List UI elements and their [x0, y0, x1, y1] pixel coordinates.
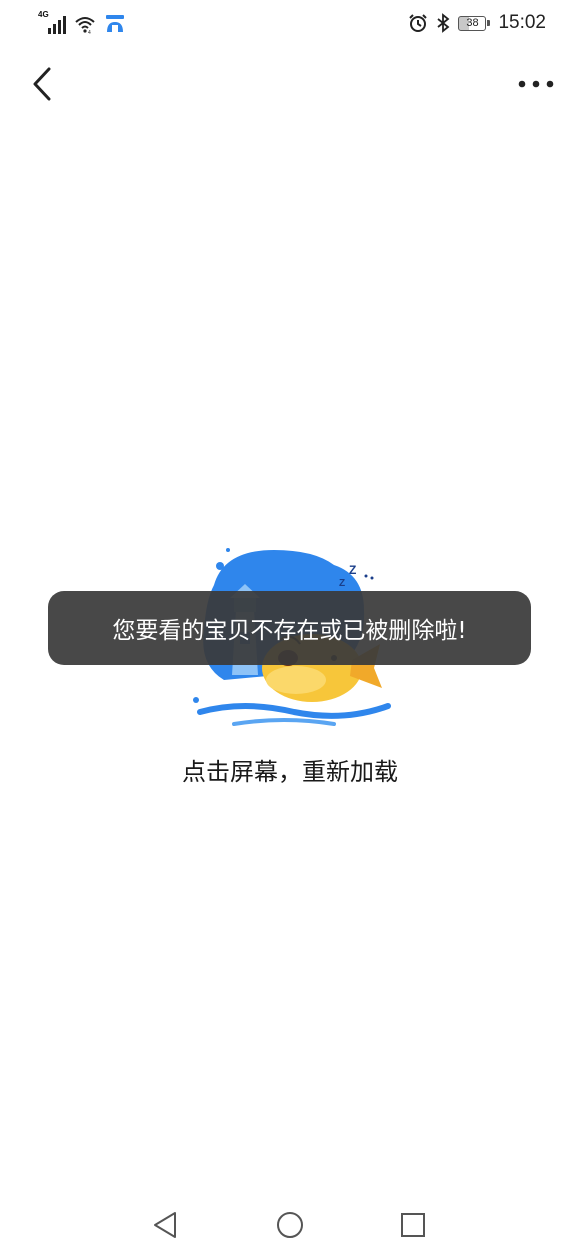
nav-recents-button[interactable] [396, 1208, 430, 1242]
chevron-left-icon [33, 67, 51, 101]
toast-message: 您要看的宝贝不存在或已被删除啦! [112, 618, 467, 644]
battery-icon: 38 [458, 15, 491, 31]
cellular-signal-icon: 4G [38, 10, 66, 34]
more-horizontal-icon [518, 80, 554, 88]
status-right: 38 15:02 [408, 12, 546, 34]
svg-text:4: 4 [88, 30, 91, 34]
app-notification-icon [106, 15, 124, 32]
reload-hint[interactable]: 点击屏幕，重新加载 [0, 752, 580, 787]
nav-back-button[interactable] [148, 1208, 182, 1242]
square-recents-icon [401, 1213, 425, 1237]
more-button[interactable] [514, 66, 558, 102]
battery-level: 38 [466, 17, 479, 29]
alarm-clock-icon [409, 14, 428, 32]
triangle-back-icon [154, 1212, 176, 1238]
status-left: 4G 4 [38, 10, 126, 34]
status-time: 15:02 [498, 12, 546, 33]
nav-home-button[interactable] [273, 1208, 307, 1242]
svg-text:Z: Z [339, 578, 345, 589]
wifi-icon: 4 [75, 17, 95, 34]
svg-text:Z: Z [349, 563, 356, 577]
system-navigation-bar [0, 1200, 580, 1248]
status-bar: 4G 4 38 15:02 [0, 0, 580, 48]
error-toast: 您要看的宝贝不存在或已被删除啦! [48, 591, 531, 665]
back-button[interactable] [22, 62, 62, 106]
circle-home-icon [277, 1212, 303, 1238]
bluetooth-icon [437, 13, 450, 33]
